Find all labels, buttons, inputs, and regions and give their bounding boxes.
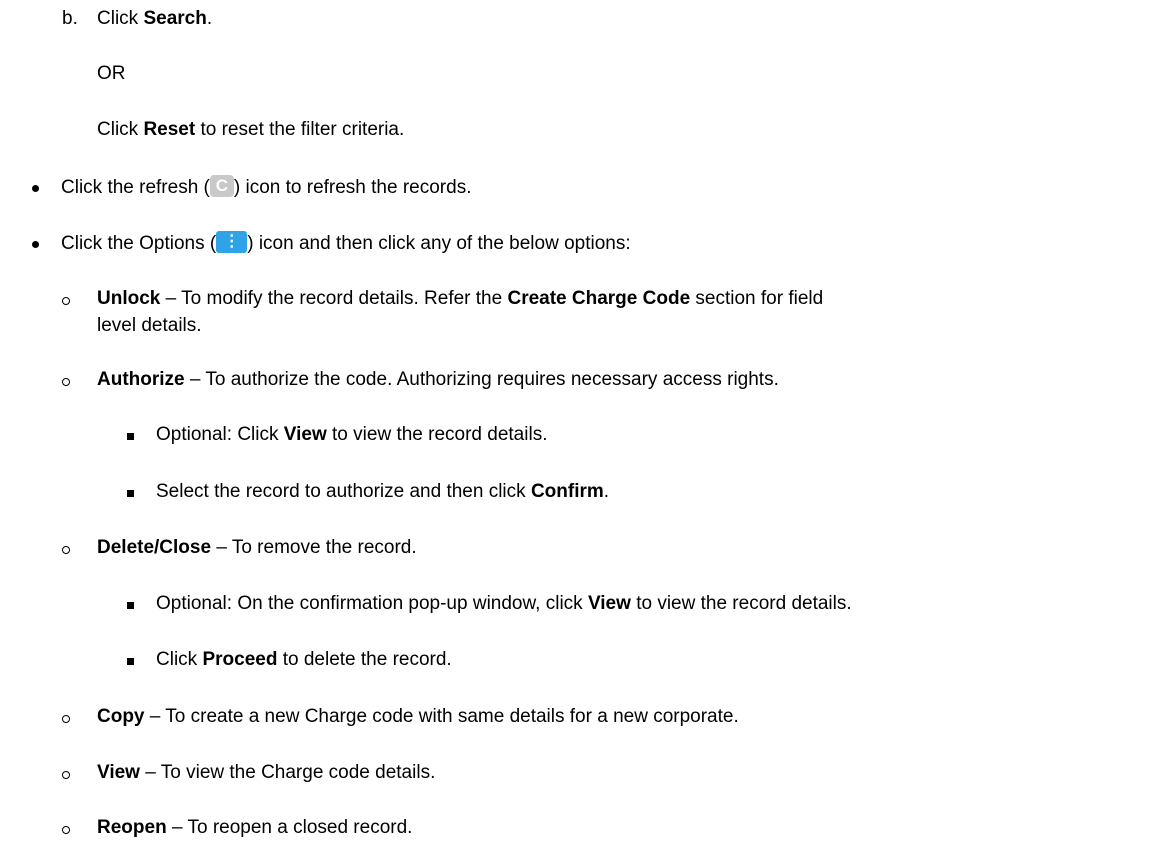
bullet-circle (62, 715, 70, 723)
view-post: – To view the Charge code details. (139, 762, 436, 783)
delete-close-sub1-post: to view the record details. (630, 593, 852, 614)
reset-post: to reset the filter criteria. (195, 119, 405, 140)
authorize-bold: Authorize (97, 369, 185, 390)
unlock-mid: – To modify the record details. Refer th… (160, 288, 508, 309)
options-pre: Click the Options ( (61, 233, 217, 254)
refresh-line: Click the refresh (C) icon to refresh th… (61, 175, 471, 200)
bullet-disc (32, 241, 39, 248)
copy-post: – To create a new Charge code with same … (144, 706, 739, 727)
reset-line: Click Reset to reset the filter criteria… (97, 118, 404, 142)
options-icon: ⋮ (216, 231, 248, 253)
delete-close-post: – To remove the record. (211, 537, 417, 558)
step-b-post: . (206, 8, 213, 29)
step-b-pre: Click (97, 8, 144, 29)
delete-close-sub2: Click Proceed to delete the record. (156, 648, 452, 672)
options-line: Click the Options (⋮) icon and then clic… (61, 231, 631, 256)
bullet-circle (62, 378, 70, 386)
or-text: OR (97, 63, 126, 84)
authorize-sub2-pre: Select the record to authorize and then … (156, 481, 531, 502)
bullet-circle (62, 826, 70, 834)
unlock-line: Unlock – To modify the record details. R… (97, 287, 823, 311)
delete-close-line: Delete/Close – To remove the record. (97, 536, 417, 560)
view-bold: View (97, 762, 140, 783)
bullet-square (127, 658, 134, 665)
bullet-circle (62, 297, 70, 305)
delete-close-bold: Delete/Close (97, 537, 212, 558)
delete-close-sub1: Optional: On the confirmation pop-up win… (156, 592, 852, 616)
reopen-bold: Reopen (97, 817, 167, 838)
bullet-square (127, 490, 134, 497)
reset-pre: Click (97, 119, 144, 140)
view-line: View – To view the Charge code details. (97, 761, 435, 785)
bullet-square (127, 433, 134, 440)
refresh-pre: Click the refresh ( (61, 177, 210, 198)
delete-close-sub2-post: to delete the record. (277, 649, 452, 670)
authorize-line: Authorize – To authorize the code. Autho… (97, 368, 779, 392)
unlock-bold2: Create Charge Code (507, 288, 691, 309)
bullet-circle (62, 771, 70, 779)
authorize-sub1-post: to view the record details. (326, 424, 548, 445)
options-post: ) icon and then click any of the below o… (247, 233, 631, 254)
authorize-sub2-post: . (603, 481, 610, 502)
copy-line: Copy – To create a new Charge code with … (97, 705, 739, 729)
reopen-post: – To reopen a closed record. (166, 817, 413, 838)
delete-close-sub2-pre: Click (156, 649, 203, 670)
authorize-sub1: Optional: Click View to view the record … (156, 423, 547, 447)
unlock-cont: level details. (97, 315, 202, 336)
authorize-sub2-bold: Confirm (530, 481, 604, 502)
refresh-post: ) icon to refresh the records. (233, 177, 472, 198)
authorize-sub2: Select the record to authorize and then … (156, 480, 609, 504)
bullet-disc (32, 185, 39, 192)
step-b-letter: b. (62, 8, 78, 29)
bullet-circle (62, 546, 70, 554)
step-b-search: Search (143, 8, 207, 29)
unlock-post: section for field (690, 288, 824, 309)
copy-bold: Copy (97, 706, 145, 727)
authorize-sub1-pre: Optional: Click (156, 424, 284, 445)
unlock-bold: Unlock (97, 288, 161, 309)
delete-close-sub2-bold: Proceed (202, 649, 278, 670)
delete-close-sub1-pre: Optional: On the confirmation pop-up win… (156, 593, 588, 614)
reset-bold: Reset (143, 119, 196, 140)
delete-close-sub1-bold: View (587, 593, 631, 614)
step-b-text: Click Search. (97, 7, 212, 31)
bullet-square (127, 602, 134, 609)
reopen-line: Reopen – To reopen a closed record. (97, 816, 412, 840)
authorize-post: – To authorize the code. Authorizing req… (184, 369, 779, 390)
authorize-sub1-bold: View (283, 424, 327, 445)
refresh-icon: C (209, 175, 234, 197)
